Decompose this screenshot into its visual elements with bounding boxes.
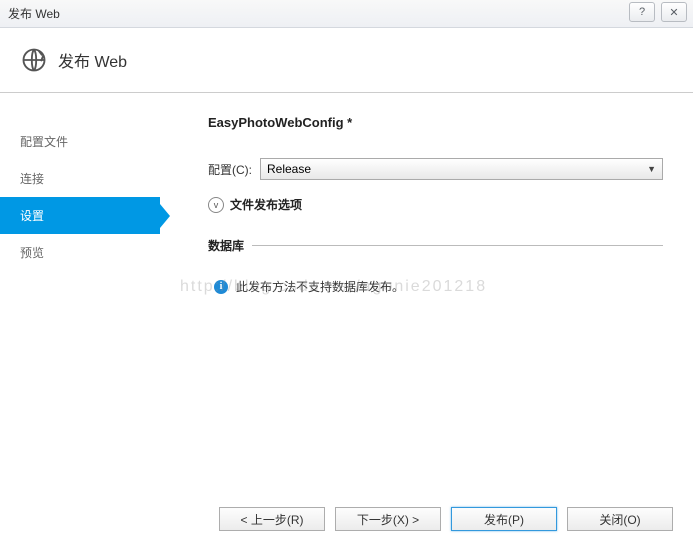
sidebar-item-preview[interactable]: 预览 — [0, 234, 160, 271]
divider — [252, 245, 663, 246]
config-label: 配置(C): — [208, 161, 252, 178]
database-section-header: 数据库 — [208, 237, 663, 254]
database-info-row: i 此发布方法不支持数据库发布。 — [208, 278, 663, 295]
window-title: 发布 Web — [8, 5, 60, 22]
publish-button[interactable]: 发布(P) — [451, 507, 557, 531]
file-publish-expander[interactable]: v 文件发布选项 — [208, 196, 663, 213]
next-button[interactable]: 下一步(X) > — [335, 507, 441, 531]
prev-button[interactable]: < 上一步(R) — [219, 507, 325, 531]
globe-icon — [20, 46, 48, 74]
database-section-title: 数据库 — [208, 237, 244, 254]
titlebar: 发布 Web ? ✕ — [0, 0, 693, 28]
button-label: < 上一步(R) — [240, 511, 303, 528]
sidebar-item-profile[interactable]: 配置文件 — [0, 123, 160, 160]
config-row: 配置(C): Release ▼ — [208, 158, 663, 180]
button-label: 发布(P) — [484, 511, 524, 528]
info-icon: i — [214, 280, 228, 294]
sidebar: 配置文件 连接 设置 预览 — [0, 93, 160, 513]
dialog-header: 发布 Web — [0, 28, 693, 93]
dialog-body: 配置文件 连接 设置 预览 EasyPhotoWebConfig * 配置(C)… — [0, 93, 693, 513]
button-label: 关闭(O) — [599, 511, 640, 528]
footer-buttons: < 上一步(R) 下一步(X) > 发布(P) 关闭(O) — [219, 507, 673, 531]
main-panel: EasyPhotoWebConfig * 配置(C): Release ▼ v … — [160, 93, 693, 513]
sidebar-item-label: 预览 — [20, 246, 44, 260]
help-button[interactable]: ? — [629, 2, 655, 22]
close-dialog-button[interactable]: 关闭(O) — [567, 507, 673, 531]
chevron-down-icon: v — [208, 197, 224, 213]
sidebar-item-settings[interactable]: 设置 — [0, 197, 160, 234]
config-select[interactable]: Release ▼ — [260, 158, 663, 180]
sidebar-item-label: 配置文件 — [20, 135, 68, 149]
titlebar-controls: ? ✕ — [629, 2, 687, 22]
sidebar-item-label: 设置 — [20, 209, 44, 223]
sidebar-item-connection[interactable]: 连接 — [0, 160, 160, 197]
sidebar-item-label: 连接 — [20, 172, 44, 186]
dialog-title: 发布 Web — [58, 48, 127, 72]
profile-title: EasyPhotoWebConfig * — [208, 115, 663, 130]
button-label: 下一步(X) > — [357, 511, 419, 528]
expander-label: 文件发布选项 — [230, 196, 302, 213]
chevron-down-icon: ▼ — [647, 164, 656, 174]
database-info-text: 此发布方法不支持数据库发布。 — [236, 278, 404, 295]
config-value: Release — [267, 162, 311, 176]
close-button[interactable]: ✕ — [661, 2, 687, 22]
